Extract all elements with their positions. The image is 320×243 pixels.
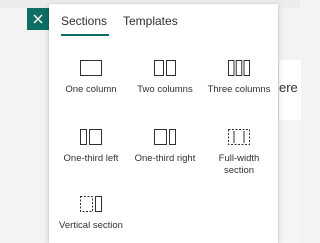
tile-label: Two columns <box>137 84 193 95</box>
tile-vertical-section[interactable]: Vertical section <box>56 196 126 232</box>
one-third-right-icon <box>154 129 176 145</box>
vertical-section-icon <box>80 196 102 212</box>
tab-sections[interactable]: Sections <box>61 14 107 28</box>
tile-full-width-section[interactable]: Full-width section <box>204 129 274 177</box>
page-background-text: ere <box>279 80 298 95</box>
tile-two-columns[interactable]: Two columns <box>130 60 200 96</box>
tile-one-third-right[interactable]: One-third right <box>130 129 200 165</box>
tile-label: One column <box>65 84 117 95</box>
tab-templates[interactable]: Templates <box>123 14 178 28</box>
active-tab-indicator <box>61 34 109 36</box>
two-columns-icon <box>154 60 176 76</box>
tile-label: Vertical section <box>59 220 123 231</box>
three-columns-icon <box>228 60 250 76</box>
close-icon <box>33 14 43 24</box>
tile-one-third-left[interactable]: One-third left <box>56 129 126 165</box>
one-column-icon <box>80 60 102 76</box>
section-toolbox: Sections Templates One column Two column… <box>49 4 278 243</box>
close-button[interactable] <box>27 8 49 30</box>
page-background-lower <box>278 120 300 243</box>
toolbox-tabs: Sections Templates <box>49 4 278 44</box>
tile-label: Three columns <box>207 84 271 95</box>
tile-label: Full-width section <box>218 153 260 176</box>
tile-three-columns[interactable]: Three columns <box>204 60 274 96</box>
full-width-section-icon <box>228 129 250 145</box>
tile-one-column[interactable]: One column <box>56 60 126 96</box>
tile-label: One-third right <box>134 153 196 164</box>
one-third-left-icon <box>80 129 102 145</box>
tile-label: One-third left <box>63 153 119 164</box>
